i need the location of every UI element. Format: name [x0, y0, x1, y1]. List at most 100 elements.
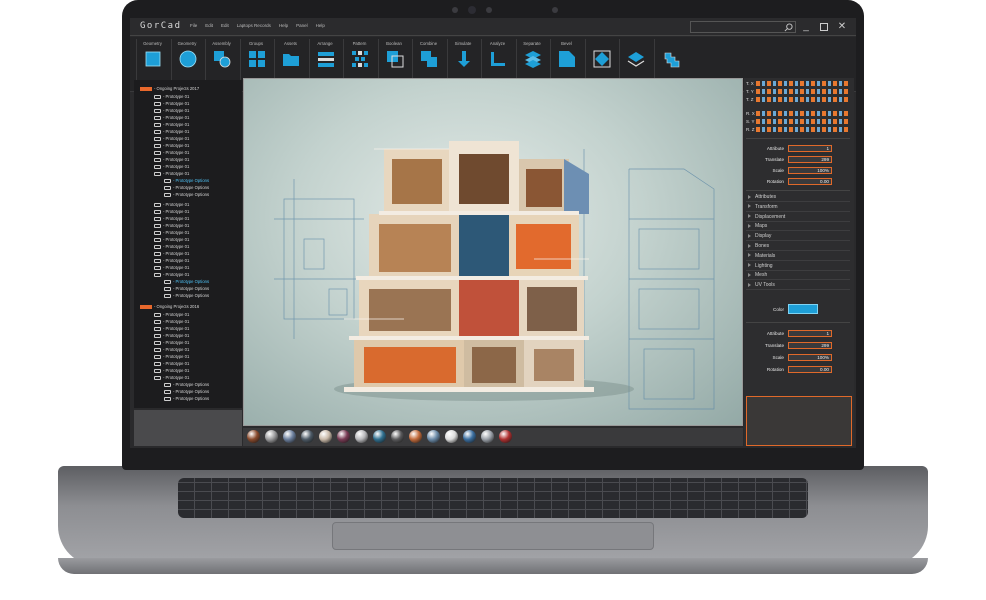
attribute-field[interactable]: 1 [788, 145, 832, 152]
tree-group-header[interactable]: - Ongoing Projects 2017 [140, 85, 199, 92]
tree-option[interactable]: - Prototype Options [164, 388, 209, 395]
search-icon[interactable] [784, 23, 793, 32]
transform-keyframe-strip[interactable] [756, 81, 850, 86]
material-ball[interactable] [427, 430, 440, 443]
tree-option[interactable]: - Prototype Options [164, 381, 209, 388]
material-ball[interactable] [247, 430, 260, 443]
rotation-keyframe-strip[interactable] [756, 127, 850, 132]
tree-item[interactable]: - Prototype 01 [154, 250, 189, 257]
pattern-icon [352, 51, 368, 67]
transform-keyframe-strip[interactable] [756, 89, 850, 94]
section-display[interactable]: Display [746, 232, 850, 242]
tree-item[interactable]: - Prototype 01 [154, 339, 189, 346]
menu-item[interactable]: File [190, 23, 197, 28]
scale-label: Scale [772, 355, 785, 360]
material-ball[interactable] [391, 430, 404, 443]
tree-item[interactable]: - Prototype 01 [154, 367, 189, 374]
material-ball[interactable] [445, 430, 458, 443]
material-ball[interactable] [319, 430, 332, 443]
tree-item[interactable]: - Prototype 01 [154, 353, 189, 360]
search-input[interactable] [690, 21, 796, 33]
color-swatch[interactable] [788, 304, 818, 314]
material-ball[interactable] [481, 430, 494, 443]
node-icon [154, 216, 161, 221]
menu-item[interactable]: Edit [205, 23, 213, 28]
maximize-icon[interactable] [818, 21, 830, 33]
material-ball[interactable] [283, 430, 296, 443]
tree-option[interactable]: - Prototype Options [164, 278, 209, 285]
section-materials[interactable]: Materials [746, 252, 850, 261]
tree-option[interactable]: - Prototype Options [164, 292, 209, 299]
tree-item[interactable]: - Prototype 01 [154, 243, 189, 250]
tree-item[interactable]: - Prototype 01 [154, 208, 189, 215]
tree-item[interactable]: - Prototype 01 [154, 142, 189, 149]
translate-field[interactable]: 299 [788, 342, 832, 349]
tree-item[interactable]: - Prototype 01 [154, 163, 189, 170]
material-ball[interactable] [337, 430, 350, 443]
menu-item[interactable]: Help [279, 23, 288, 28]
menu-item[interactable]: Edit [221, 23, 229, 28]
tree-item[interactable]: - Prototype 01 [154, 229, 189, 236]
section-transform[interactable]: Transform [746, 203, 850, 212]
tree-item[interactable]: - Prototype 01 [154, 93, 189, 100]
tree-item[interactable]: - Prototype 01 [154, 201, 189, 208]
tree-item[interactable]: - Prototype 01 [154, 325, 189, 332]
translate-field[interactable]: 299 [788, 156, 832, 163]
material-ball[interactable] [463, 430, 476, 443]
tree-item[interactable]: - Prototype 01 [154, 128, 189, 135]
menu-item[interactable]: Panel [296, 23, 308, 28]
scale-field[interactable]: 100% [788, 354, 832, 361]
scale-field[interactable]: 100% [788, 167, 832, 174]
transform-keyframe-strip[interactable] [756, 97, 850, 102]
menu-item[interactable]: Help [316, 23, 325, 28]
menu-item[interactable]: Laptops Records [237, 23, 271, 28]
tree-option[interactable]: - Prototype Options [164, 177, 209, 184]
rotation-keyframe-strip[interactable] [756, 119, 850, 124]
material-ball[interactable] [355, 430, 368, 443]
rotation-field[interactable]: 0.00 [788, 366, 832, 373]
tree-item[interactable]: - Prototype 01 [154, 318, 189, 325]
tree-item[interactable]: - Prototype 01 [154, 135, 189, 142]
tree-option[interactable]: - Prototype Options [164, 191, 209, 198]
section-maps[interactable]: Maps [746, 222, 850, 232]
tree-item[interactable]: - Prototype 01 [154, 360, 189, 367]
tree-item[interactable]: - Prototype 01 [154, 156, 189, 163]
3d-viewport[interactable] [243, 78, 743, 426]
tree-item[interactable]: - Prototype 01 [154, 114, 189, 121]
tree-item[interactable]: - Prototype 01 [154, 311, 189, 318]
tree-option[interactable]: - Prototype Options [164, 184, 209, 191]
tree-item[interactable]: - Prototype 01 [154, 236, 189, 243]
tree-item[interactable]: - Prototype 01 [154, 257, 189, 264]
material-ball[interactable] [499, 430, 512, 443]
rotation-keyframe-strip[interactable] [756, 111, 850, 116]
tree-item[interactable]: - Prototype 01 [154, 121, 189, 128]
material-ball[interactable] [409, 430, 422, 443]
attribute-field[interactable]: 1 [788, 330, 832, 337]
section-bones[interactable]: Bones [746, 242, 850, 251]
tree-item[interactable]: - Prototype 01 [154, 346, 189, 353]
material-ball[interactable] [301, 430, 314, 443]
section-mesh[interactable]: Mesh [746, 271, 850, 281]
material-ball[interactable] [373, 430, 386, 443]
minimize-icon[interactable]: _ [800, 21, 812, 33]
tree-item[interactable]: - Prototype 01 [154, 107, 189, 114]
tree-item[interactable]: - Prototype 01 [154, 271, 189, 278]
rotation-field[interactable]: 0.00 [788, 178, 832, 185]
tree-group-header[interactable]: - Ongoing Projects 2016 [140, 303, 199, 310]
tree-item[interactable]: - Prototype 01 [154, 264, 189, 271]
tree-item[interactable]: - Prototype 01 [154, 215, 189, 222]
tree-option[interactable]: - Prototype Options [164, 285, 209, 292]
tree-item[interactable]: - Prototype 01 [154, 170, 189, 177]
material-ball[interactable] [265, 430, 278, 443]
tree-item[interactable]: - Prototype 01 [154, 100, 189, 107]
section-uv-tools[interactable]: UV Tools [746, 281, 850, 291]
tree-item[interactable]: - Prototype 01 [154, 222, 189, 229]
section-displacement[interactable]: Displacement [746, 213, 850, 222]
section-lighting[interactable]: Lighting [746, 262, 850, 271]
tree-item[interactable]: - Prototype 01 [154, 374, 189, 381]
section-attributes[interactable]: Attributes [746, 193, 850, 202]
close-icon[interactable]: ✕ [836, 21, 848, 33]
tree-item[interactable]: - Prototype 01 [154, 332, 189, 339]
tree-item[interactable]: - Prototype 01 [154, 149, 189, 156]
tree-option[interactable]: - Prototype Options [164, 395, 209, 402]
